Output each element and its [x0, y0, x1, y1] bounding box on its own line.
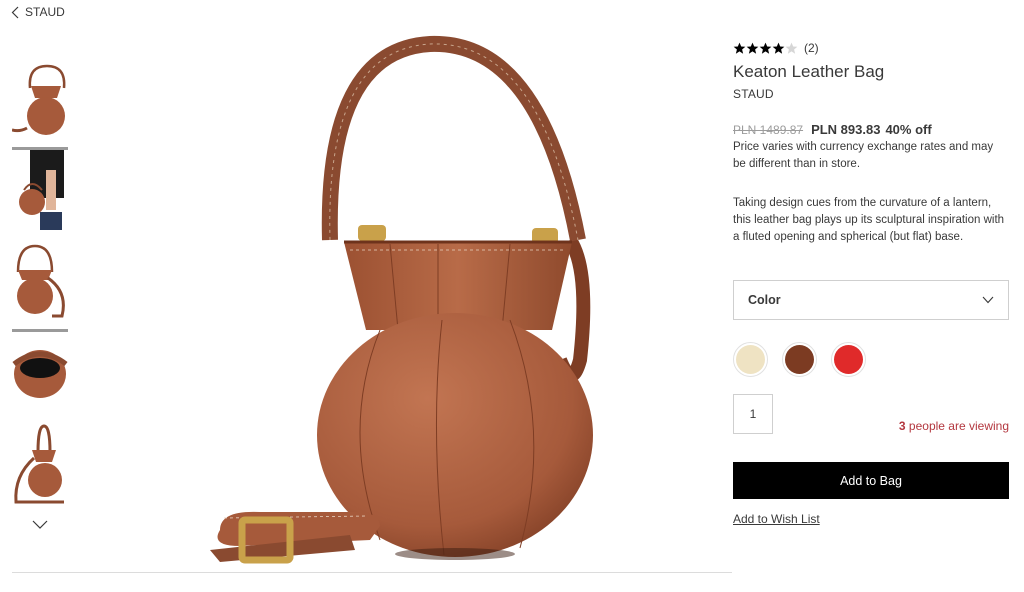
quantity-input[interactable]: 1: [733, 394, 773, 434]
swatch-color: [736, 345, 765, 374]
product-title: Keaton Leather Bag: [733, 62, 885, 81]
star-filled-icon: [759, 42, 772, 54]
color-swatches: [733, 342, 1009, 377]
swatch-color: [834, 345, 863, 374]
quantity-row: 1 3 people are viewing: [733, 394, 1009, 434]
chevron-left-icon: [11, 6, 19, 18]
price-note: Price varies with currency exchange rate…: [733, 141, 994, 170]
product-image: [180, 30, 640, 575]
sale-price: PLN 893.83: [811, 122, 881, 137]
breadcrumb-label: STAUD: [25, 5, 65, 19]
viewing-notice: 3 people are viewing: [899, 419, 1009, 433]
rating-count: (2): [804, 41, 819, 55]
thumbnail-angle[interactable]: [12, 242, 68, 332]
product-description: Taking design cues from the curvature of…: [733, 197, 1005, 243]
color-dropdown[interactable]: Color: [733, 280, 1009, 320]
chevron-down-icon[interactable]: [32, 520, 48, 530]
star-empty-icon: [785, 42, 798, 54]
original-price: PLN 1489.87: [733, 123, 804, 137]
swatch-color: [785, 345, 814, 374]
thumbnail-front[interactable]: [12, 60, 68, 150]
thumbnail-model[interactable]: [12, 150, 68, 230]
viewing-count: 3: [898, 419, 906, 433]
star-rating: [733, 42, 798, 55]
thumbnail-strap[interactable]: [12, 424, 68, 504]
add-to-bag-button[interactable]: Add to Bag: [733, 462, 1009, 499]
swatch-brown[interactable]: [782, 342, 817, 377]
divider: [12, 572, 732, 573]
price-row: PLN 1489.87 PLN 893.83 40% off: [733, 122, 1009, 137]
brand-link[interactable]: STAUD: [733, 87, 1009, 101]
product-details: (2) Keaton Leather Bag STAUD PLN 1489.87…: [733, 38, 1009, 528]
chevron-down-icon: [982, 296, 994, 304]
star-filled-icon: [772, 42, 785, 54]
breadcrumb[interactable]: STAUD: [11, 5, 65, 19]
viewing-text: people are viewing: [905, 419, 1009, 433]
discount-label: 40% off: [885, 122, 932, 137]
add-to-wish-list-link[interactable]: Add to Wish List: [733, 512, 820, 526]
color-dropdown-label: Color: [748, 293, 781, 307]
star-filled-icon: [746, 42, 759, 54]
rating[interactable]: (2): [733, 38, 1009, 58]
thumbnail-top[interactable]: [12, 338, 68, 418]
swatch-cream[interactable]: [733, 342, 768, 377]
swatch-red[interactable]: [831, 342, 866, 377]
star-filled-icon: [733, 42, 746, 54]
